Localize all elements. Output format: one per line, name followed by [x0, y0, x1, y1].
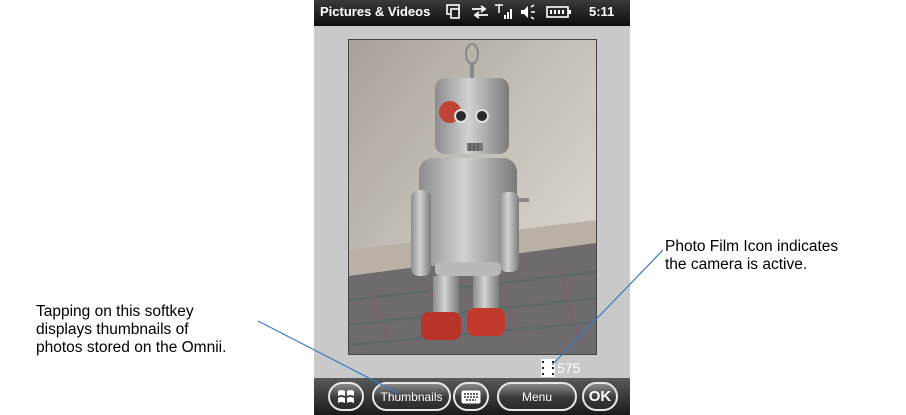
photo-count: 575 [557, 360, 581, 376]
clock: 5:11 [589, 4, 615, 19]
annotation-thumbnails: Tapping on this softkey displays thumbna… [36, 303, 306, 357]
connectivity-icon[interactable] [470, 4, 490, 20]
robot-photo [349, 40, 596, 354]
ok-button[interactable]: OK [582, 382, 618, 411]
thumbnails-button[interactable]: Thumbnails [372, 382, 451, 411]
photo-viewer: 575 [314, 26, 630, 378]
menu-button[interactable]: Menu [497, 382, 577, 411]
windows-start-icon [338, 389, 354, 403]
photo-image[interactable] [348, 39, 597, 355]
annotation-line-1: Photo Film Icon indicates [665, 238, 839, 255]
keyboard-button[interactable] [453, 382, 489, 411]
annotation-line-3: photos stored on the Omnii. [36, 339, 227, 356]
signal-icon[interactable] [494, 4, 514, 20]
annotation-photo-film: Photo Film Icon indicates the camera is … [665, 238, 905, 274]
sync-icon[interactable] [445, 4, 463, 20]
photo-film-icon [541, 359, 555, 377]
battery-icon[interactable] [546, 4, 572, 20]
annotation-line-2: displays thumbnails of [36, 321, 189, 338]
softkey-bar: Thumbnails Menu OK [314, 378, 630, 415]
app-title: Pictures & Videos [320, 4, 431, 19]
start-button[interactable] [328, 382, 364, 411]
volume-icon[interactable] [519, 4, 537, 20]
keyboard-icon [461, 390, 481, 403]
annotation-line-2: the camera is active. [665, 256, 808, 273]
device-screen: Pictures & Videos 5:11 575 Thumbnails Me… [314, 0, 630, 415]
annotation-line-1: Tapping on this softkey [36, 303, 194, 320]
photo-counter: 575 [541, 359, 580, 377]
status-bar: Pictures & Videos 5:11 [314, 0, 630, 26]
